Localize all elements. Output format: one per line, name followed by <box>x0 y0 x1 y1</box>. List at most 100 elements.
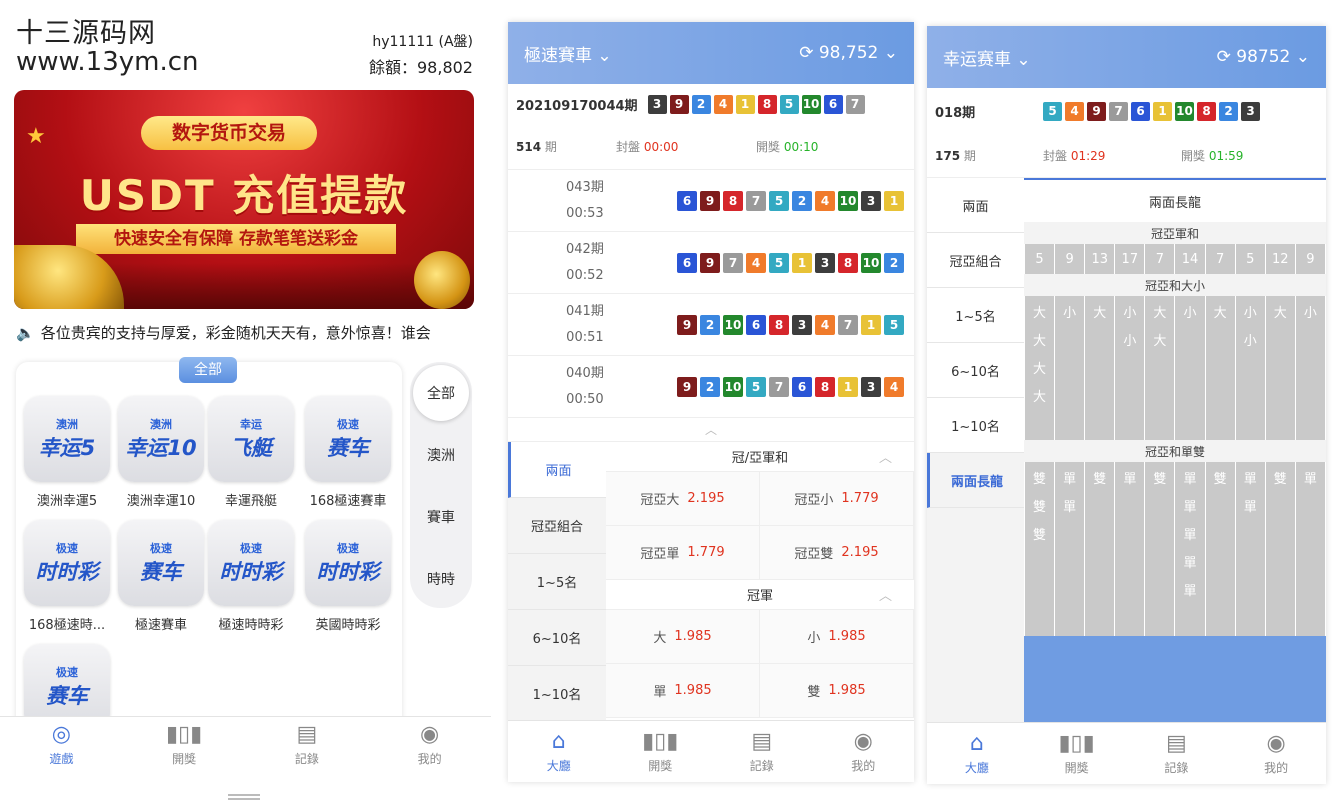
streak-column: 大 <box>1085 296 1116 440</box>
sidebar-item[interactable]: 1~10名 <box>927 398 1024 453</box>
tab-results[interactable]: ▮▯▮ 開獎 <box>610 721 712 782</box>
game-selector[interactable]: 幸运赛車 ⌄ <box>943 45 1031 70</box>
tab-lobby[interactable]: ⌂ 大廳 <box>508 721 610 782</box>
odds-cell[interactable]: 小 1.985 <box>760 610 914 664</box>
sum-cell: 12 <box>1266 244 1296 274</box>
history-row[interactable]: 043期 00:53 6 9 8 7 5 2 4 10 3 1 <box>508 170 914 232</box>
game-tile[interactable]: 极速 赛车 168極速賽車 <box>305 396 391 509</box>
result-ball: 8 <box>838 252 858 273</box>
game-lobby-panel: 十三源码网 www.13ym.cn hy11111 (A盤) 餘額：98,802… <box>0 0 491 810</box>
odds-cell[interactable]: 大 1.985 <box>606 610 760 664</box>
lifebuoy-icon: ◎ <box>51 722 71 747</box>
sidebar-item[interactable]: 冠亞組合 <box>508 498 606 554</box>
bigsmall-grid: 大大大大小大小小大大小大小小大小 <box>1024 296 1326 440</box>
result-ball: 4 <box>815 190 835 211</box>
sidebar-item[interactable]: 兩面 <box>927 178 1024 233</box>
game-icon-tag: 极速 <box>56 666 78 679</box>
section-title: 冠/亞軍和 <box>731 451 789 466</box>
odds-cell[interactable]: 單 1.985 <box>606 664 760 718</box>
banner-title: USDT 充值提款 <box>79 171 409 220</box>
sidebar-item[interactable]: 兩面 <box>508 442 606 498</box>
game-label: 澳洲幸運10 <box>126 494 196 509</box>
game-icon-tag: 极速 <box>240 542 262 555</box>
game-tile[interactable]: 极速 时时彩 極速時時彩 <box>208 520 294 633</box>
period-time: 00:53 <box>566 205 604 221</box>
odds-cell[interactable]: 冠亞雙 2.195 <box>760 526 914 580</box>
sidebar-item[interactable]: 1~10名 <box>508 666 606 722</box>
game-label: 168極速時... <box>28 618 106 633</box>
tab-results[interactable]: ▮▯▮ 開獎 <box>1027 723 1127 784</box>
sidebar-item[interactable]: 6~10名 <box>508 610 606 666</box>
sidebar-item[interactable]: 兩面長龍 <box>927 453 1024 508</box>
tab-records[interactable]: ▤ 記錄 <box>711 721 813 782</box>
tab-records[interactable]: ▤ 記錄 <box>246 717 369 772</box>
history-row[interactable]: 041期 00:51 9 2 10 6 8 3 4 7 1 5 <box>508 294 914 356</box>
game-tile[interactable]: 澳洲 幸运10 澳洲幸運10 <box>118 396 204 509</box>
result-ball: 3 <box>647 94 667 114</box>
period-unit: 期 <box>963 149 976 163</box>
result-ball: 3 <box>861 376 881 397</box>
streak-cell: 雙 <box>1033 472 1047 487</box>
sidebar-item[interactable]: 6~10名 <box>927 343 1024 398</box>
odds-value: 2.195 <box>687 491 725 506</box>
streak-cell: 雙 <box>1153 472 1167 487</box>
tab-lobby[interactable]: ⌂ 大廳 <box>927 723 1027 784</box>
odds-cell[interactable]: 冠亞單 1.779 <box>606 526 760 580</box>
sum-cell: 14 <box>1175 244 1206 274</box>
game-tile[interactable]: 幸运 飞艇 幸運飛艇 <box>208 396 294 509</box>
streak-column: 大大 <box>1145 296 1176 440</box>
streak-cell: 小 <box>1243 334 1257 349</box>
tab-mine[interactable]: ◉ 我的 <box>1226 723 1326 784</box>
period-number: 040期 <box>566 365 604 381</box>
game-tile[interactable]: 澳洲 幸运5 澳洲幸運5 <box>24 396 110 509</box>
history-list[interactable]: 043期 00:53 6 9 8 7 5 2 4 10 3 1 042期 00:52 6 9 7 4 5 1 3 8 10 2… <box>508 170 914 418</box>
game-tile[interactable]: 极速 时时彩 英國時時彩 <box>305 520 391 633</box>
tab-games[interactable]: ◎ 遊戲 <box>0 717 123 772</box>
history-balls: 9 2 10 5 7 6 8 1 3 4 <box>677 376 904 397</box>
streak-cell: 小 <box>1183 306 1197 321</box>
category-racing[interactable]: 賽車 <box>410 486 472 548</box>
game-selector[interactable]: 極速賽車 ⌄ <box>524 41 612 66</box>
tab-results[interactable]: ▮▯▮ 開獎 <box>123 717 246 772</box>
period-time: 00:52 <box>566 267 604 283</box>
sidebar-item[interactable]: 1~5名 <box>927 288 1024 343</box>
category-australia[interactable]: 澳洲 <box>410 424 472 486</box>
coins-image <box>14 245 124 309</box>
promo-banner[interactable]: ★ 数字货币交易 USDT 充值提款 快速安全有保障 存款笔笔送彩金 <box>14 90 474 309</box>
banner-subtitle: 快速安全有保障 存款笔笔送彩金 <box>76 224 396 254</box>
balance-display[interactable]: ⟳ 98,752 ⌄ <box>799 43 898 63</box>
game-tile[interactable]: 极速 赛车 極速賽車 <box>118 520 204 633</box>
tab-mine[interactable]: ◉ 我的 <box>368 717 491 772</box>
odds-section-header[interactable]: 冠軍 ︿ <box>606 580 914 610</box>
result-ball: 1 <box>735 94 755 114</box>
collapse-handle[interactable]: ︿ <box>508 418 914 442</box>
category-timed[interactable]: 時時 <box>410 548 472 610</box>
result-ball: 3 <box>1241 101 1260 121</box>
category-all[interactable]: 全部 <box>413 365 469 421</box>
odds-cell[interactable]: 冠亞大 2.195 <box>606 472 760 526</box>
sidebar-item[interactable]: 冠亞組合 <box>927 233 1024 288</box>
history-row[interactable]: 042期 00:52 6 9 7 4 5 1 3 8 10 2 <box>508 232 914 294</box>
last-draw-row: 202109170044期 3 9 2 4 1 8 5 10 6 7 <box>508 84 914 124</box>
document-icon: ▤ <box>751 729 773 754</box>
balance-display[interactable]: ⟳ 98752 ⌄ <box>1217 47 1310 67</box>
streak-cell: 大 <box>1213 306 1227 321</box>
game-icon: 澳洲 幸运5 <box>24 396 110 482</box>
game-tile[interactable]: 极速 时时彩 168極速時... <box>24 520 110 633</box>
notice-marquee[interactable]: 🔈 各位贵宾的支持与厚爱，彩金随机天天有，意外惊喜！谁会 <box>16 322 476 343</box>
chevron-down-icon: ⌄ <box>597 45 612 66</box>
streak-cell: 單 <box>1183 584 1197 599</box>
odds-cell[interactable]: 雙 1.985 <box>760 664 914 718</box>
sidebar-item[interactable]: 1~5名 <box>508 554 606 610</box>
history-row[interactable]: 040期 00:50 9 2 10 5 7 6 8 1 3 4 <box>508 356 914 418</box>
sum-cell: 7 <box>1206 244 1236 274</box>
odds-cell[interactable]: 冠亞小 1.779 <box>760 472 914 526</box>
watermark-line2: www.13ym.cn <box>16 47 199 77</box>
result-ball: 2 <box>792 190 812 211</box>
odds-section-header[interactable]: 冠/亞軍和 ︿ <box>606 442 914 472</box>
tab-records[interactable]: ▤ 記錄 <box>1127 723 1227 784</box>
sum-cell: 17 <box>1115 244 1146 274</box>
tab-mine[interactable]: ◉ 我的 <box>813 721 915 782</box>
streak-cell: 單 <box>1243 472 1257 487</box>
watermark-line1: 十三源码网 <box>16 18 156 49</box>
